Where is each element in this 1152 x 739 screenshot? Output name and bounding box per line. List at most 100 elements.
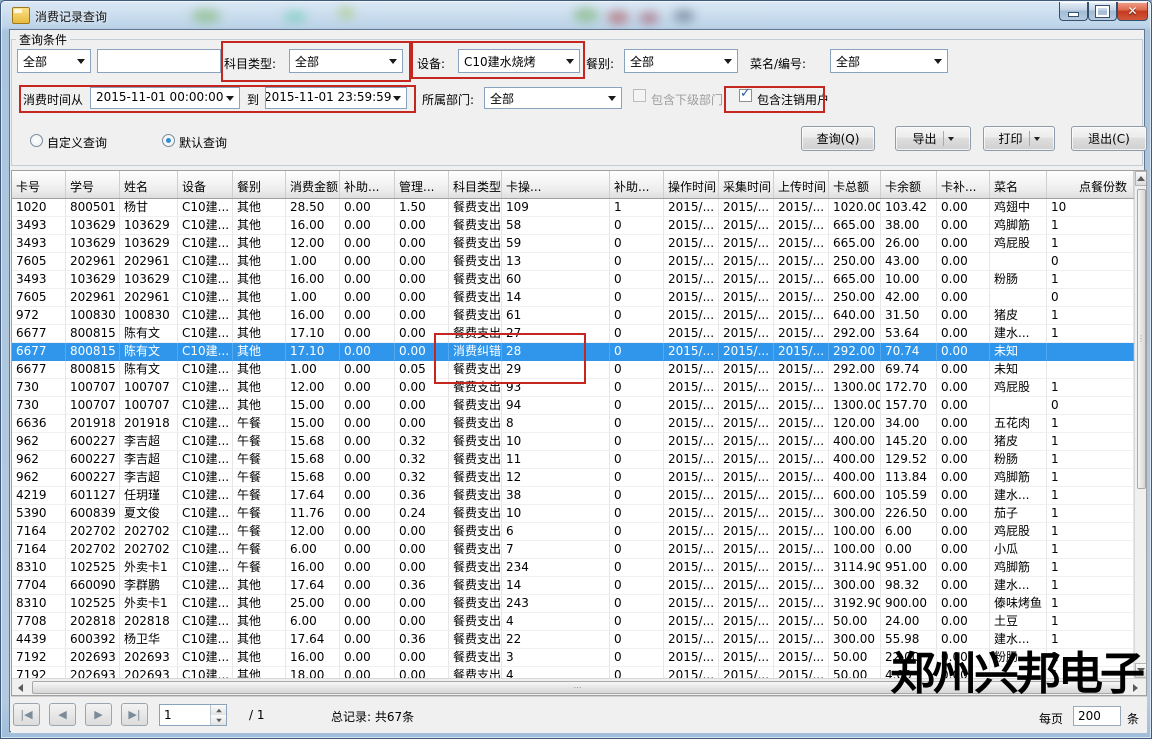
last-page-button[interactable]: ▶|	[121, 703, 148, 726]
table-row[interactable]: 7605202961202961C10建...其他1.000.000.00餐费支…	[12, 253, 1134, 271]
close-button[interactable]: ✕	[1117, 2, 1148, 21]
column-header[interactable]: 餐别	[233, 171, 286, 198]
query-button[interactable]: 查询(Q)	[801, 126, 875, 151]
column-header[interactable]: 卡总额	[829, 171, 881, 198]
column-header[interactable]: 上传时间	[774, 171, 829, 198]
table-row[interactable]: 7164202702202702C10建...午餐6.000.000.00餐费支…	[12, 541, 1134, 559]
column-header[interactable]: 卡补...	[937, 171, 990, 198]
exit-button[interactable]: 退出(C)	[1071, 126, 1147, 151]
column-header[interactable]: 点餐份数	[1047, 171, 1134, 198]
cell: C10建...	[178, 667, 233, 678]
first-page-button[interactable]: |◀	[13, 703, 40, 726]
column-header[interactable]: 卡余额	[881, 171, 937, 198]
include-sub-department-checkbox[interactable]	[633, 89, 646, 102]
per-page-input[interactable]: 200	[1073, 706, 1121, 726]
column-header[interactable]: 管理...	[395, 171, 449, 198]
cell: 1	[1047, 487, 1134, 505]
time-from-combobox[interactable]: 2015-11-01 00:00:00	[90, 87, 240, 109]
previous-page-button[interactable]: ◀	[49, 703, 76, 726]
dish-combobox[interactable]: 全部	[830, 49, 948, 73]
cell: 202693	[66, 667, 120, 678]
maximize-button[interactable]	[1088, 2, 1117, 21]
cell: 傣味烤鱼	[990, 595, 1047, 613]
default-query-radio[interactable]	[162, 134, 175, 147]
table-row[interactable]: 7708202818202818C10建...其他6.000.000.00餐费支…	[12, 613, 1134, 631]
cell: 餐费支出	[449, 199, 502, 217]
department-combobox[interactable]: 全部	[484, 87, 622, 109]
scroll-left-button[interactable]	[12, 680, 29, 696]
table-row[interactable]: 6677800815陈有文C10建...其他17.100.000.00餐费支出2…	[12, 325, 1134, 343]
vertical-scroll-thumb[interactable]: ⋮	[1137, 189, 1146, 489]
cell: 2015/...	[664, 523, 719, 541]
spinner-up-button[interactable]	[211, 705, 226, 715]
card-type-combobox[interactable]: 全部	[17, 49, 91, 73]
cell: 1	[1047, 271, 1134, 289]
column-header[interactable]: 操作时间	[664, 171, 719, 198]
column-header[interactable]: 设备	[178, 171, 233, 198]
meal-combobox[interactable]: 全部	[624, 49, 738, 73]
minimize-button[interactable]	[1059, 2, 1088, 21]
cell: 0	[610, 235, 664, 253]
table-row[interactable]: 8310102525外卖卡1C10建...其他25.000.000.00餐费支出…	[12, 595, 1134, 613]
cell: 2015/...	[719, 541, 774, 559]
cell: 100707	[120, 397, 178, 415]
table-row[interactable]: 6677800815陈有文C10建...其他17.100.000.00消费纠错2…	[12, 343, 1134, 361]
table-row[interactable]: 7164202702202702C10建...午餐12.000.000.00餐费…	[12, 523, 1134, 541]
table-row[interactable]: 3493103629103629C10建...其他16.000.000.00餐费…	[12, 217, 1134, 235]
search-input[interactable]	[97, 49, 221, 73]
table-row[interactable]: 730100707100707C10建...其他15.000.000.00餐费支…	[12, 397, 1134, 415]
cell: 2015/...	[774, 487, 829, 505]
page-number-spinner[interactable]: 1	[159, 704, 227, 726]
time-to-combobox[interactable]: 2015-11-01 23:59:59	[265, 87, 407, 109]
column-header[interactable]: 学号	[66, 171, 120, 198]
spinner-arrows[interactable]	[210, 705, 226, 725]
table-row[interactable]: 5390600839夏文俊C10建...午餐11.760.000.24餐费支出1…	[12, 505, 1134, 523]
table-row[interactable]: 3493103629103629C10建...其他16.000.000.00餐费…	[12, 271, 1134, 289]
subject-type-combobox[interactable]: 全部	[289, 49, 403, 73]
spinner-down-button[interactable]	[211, 715, 226, 725]
column-header[interactable]: 采集时间	[719, 171, 774, 198]
cell: 300.00	[829, 505, 881, 523]
next-page-button[interactable]: ▶	[85, 703, 112, 726]
cell: 1	[1047, 469, 1134, 487]
title-bar[interactable]: 消费记录查询 ✕	[1, 1, 1151, 29]
cell: 3114.90	[829, 559, 881, 577]
cell: 7192	[12, 649, 66, 667]
cell: 2015/...	[719, 577, 774, 595]
scroll-up-button[interactable]	[1135, 171, 1147, 186]
device-combobox[interactable]: C10建水烧烤	[458, 49, 580, 73]
include-cancelled-users-checkbox[interactable]: ✓	[739, 89, 752, 102]
column-header[interactable]: 卡号	[12, 171, 66, 198]
export-button[interactable]: 导出	[895, 126, 971, 151]
table-row[interactable]: 962600227李吉超C10建...午餐15.680.000.32餐费支出10…	[12, 433, 1134, 451]
table-row[interactable]: 3493103629103629C10建...其他12.000.000.00餐费…	[12, 235, 1134, 253]
column-header[interactable]: 消费金额	[286, 171, 340, 198]
cell: 16.00	[286, 271, 340, 289]
table-row[interactable]: 7605202961202961C10建...其他1.000.000.00餐费支…	[12, 289, 1134, 307]
column-header[interactable]: 菜名	[990, 171, 1047, 198]
cell: 餐费支出	[449, 505, 502, 523]
print-button[interactable]: 打印	[983, 126, 1055, 151]
column-header[interactable]: 姓名	[120, 171, 178, 198]
cell: C10建...	[178, 235, 233, 253]
column-header[interactable]: 补助...	[340, 171, 395, 198]
table-row[interactable]: 6636201918201918C10建...午餐15.000.000.00餐费…	[12, 415, 1134, 433]
cell	[1047, 361, 1134, 379]
column-header[interactable]: 科目类型	[449, 171, 502, 198]
custom-query-radio[interactable]	[30, 134, 43, 147]
cell: 93	[502, 379, 610, 397]
vertical-scrollbar[interactable]: ⋮	[1134, 171, 1146, 678]
table-row[interactable]: 962600227李吉超C10建...午餐15.680.000.32餐费支出12…	[12, 469, 1134, 487]
table-row[interactable]: 4219601127任玥瑾C10建...午餐17.640.000.36餐费支出3…	[12, 487, 1134, 505]
table-row[interactable]: 972100830100830C10建...其他16.000.000.00餐费支…	[12, 307, 1134, 325]
table-row[interactable]: 8310102525外卖卡1C10建...午餐16.000.000.00餐费支出…	[12, 559, 1134, 577]
table-row[interactable]: 1020800501杨甘C10建...其他28.500.001.50餐费支出10…	[12, 199, 1134, 217]
table-row[interactable]: 730100707100707C10建...其他12.000.000.00餐费支…	[12, 379, 1134, 397]
table-row[interactable]: 6677800815陈有文C10建...其他1.000.000.05餐费支出29…	[12, 361, 1134, 379]
table-row[interactable]: 962600227李吉超C10建...午餐15.680.000.32餐费支出11…	[12, 451, 1134, 469]
chevron-down-icon	[1034, 137, 1040, 141]
table-row[interactable]: 7704660090李群鹏C10建...其他17.640.000.36餐费支出1…	[12, 577, 1134, 595]
column-header[interactable]: 卡操...	[502, 171, 610, 198]
cell: 0.00	[937, 469, 990, 487]
column-header[interactable]: 补助...	[610, 171, 664, 198]
